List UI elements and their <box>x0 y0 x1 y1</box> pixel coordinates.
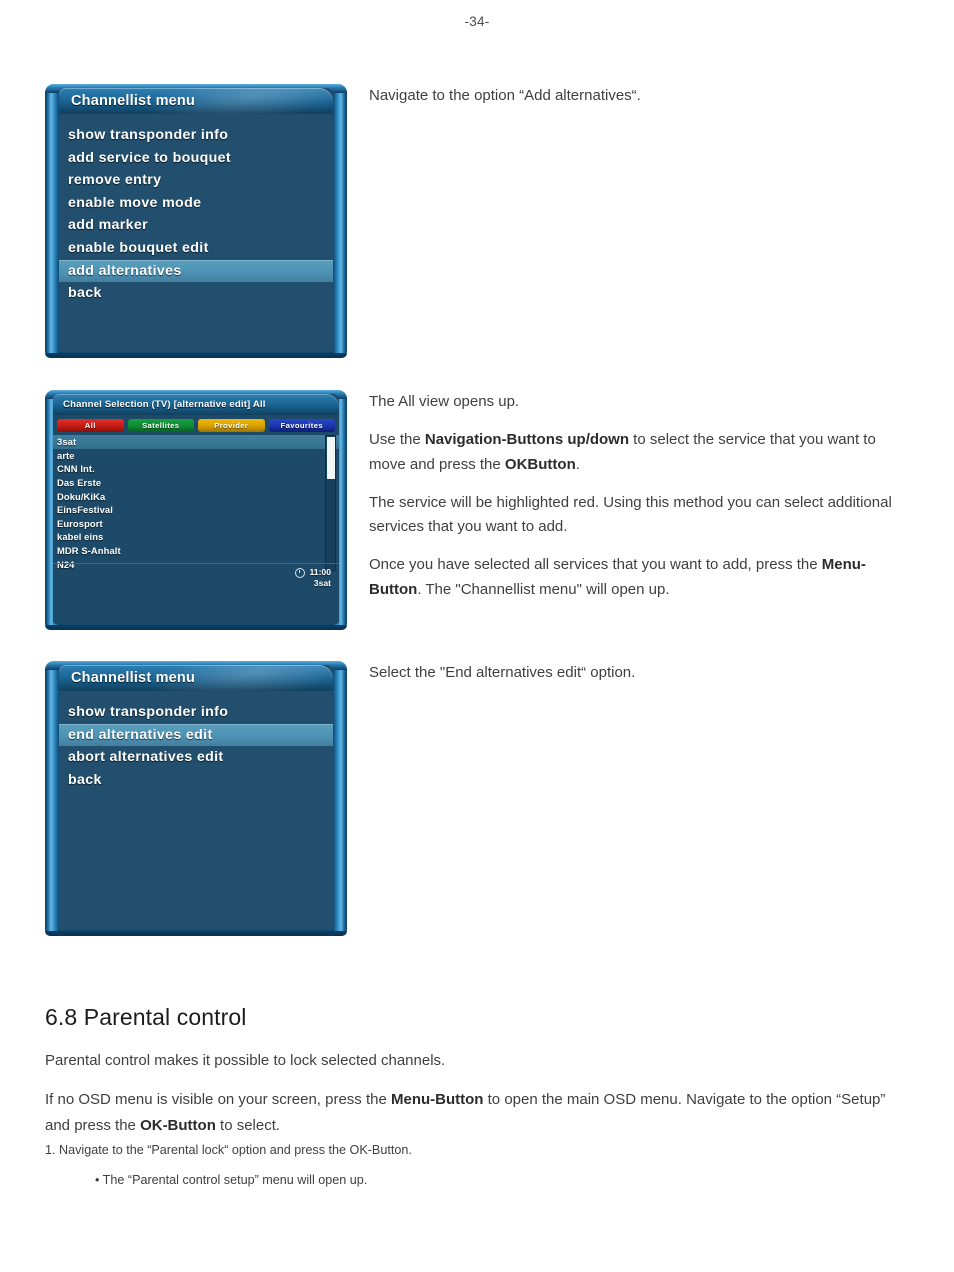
window-titlebar-1: Channellist menu <box>59 88 333 114</box>
menu-item-end-alternatives-edit[interactable]: end alternatives edit <box>59 723 333 747</box>
now-playing-info: 11:00 3sat <box>295 567 331 589</box>
channel-selection-title: Channel Selection (TV) [alternative edit… <box>63 399 266 410</box>
channel-selection-titlebar: Channel Selection (TV) [alternative edit… <box>53 394 339 415</box>
parental-control-section: 6.8 Parental control Parental control ma… <box>45 1004 910 1190</box>
filter-button-favourites[interactable]: Favourites <box>268 419 335 432</box>
channel-row[interactable]: Doku/KiKa <box>53 489 339 503</box>
step1-caption-block: Navigate to the option “Add alternatives… <box>369 84 909 108</box>
osd-inner-1: Channellist menu show transponder info a… <box>59 88 333 352</box>
menu-item-abort-alternatives-edit[interactable]: abort alternatives edit <box>59 746 333 769</box>
s2-text-a: If no OSD menu is visible on your screen… <box>45 1091 391 1109</box>
step2-paragraph-3: The service will be highlighted red. Usi… <box>369 493 892 536</box>
channellist-menu-window-2: Channellist menu show transponder info e… <box>45 661 347 936</box>
section-prose: Parental control makes it possible to lo… <box>45 1049 910 1139</box>
color-button-bar: All Satellites Provider Favourites <box>53 415 339 435</box>
section-paragraph-2: If no OSD menu is visible on your screen… <box>45 1087 910 1139</box>
info-separator <box>53 563 339 564</box>
channel-selection-body: All Satellites Provider Favourites 3sat … <box>53 415 339 624</box>
section-paragraph-1: Parental control makes it possible to lo… <box>45 1052 446 1069</box>
menu-list-1: show transponder info add service to bou… <box>59 114 333 352</box>
window-title-2: Channellist menu <box>71 670 196 686</box>
channel-row[interactable]: kabel eins <box>53 530 339 544</box>
clock-icon <box>295 567 306 578</box>
step2-paragraph-4: Once you have selected all services that… <box>369 553 894 602</box>
scrollbar-thumb[interactable] <box>327 437 335 479</box>
p2-bold-ok-button: OKButton <box>504 455 576 473</box>
channel-list[interactable]: 3sat arte CNN Int. Das Erste Doku/KiKa E… <box>53 435 339 571</box>
section-heading: 6.8 Parental control <box>45 1004 247 1030</box>
filter-button-satellites[interactable]: Satellites <box>127 419 194 432</box>
current-service: 3sat <box>313 578 331 588</box>
step2-text-block: The All view opens up. Use the Navigatio… <box>369 390 894 602</box>
step2-paragraph-1: The All view opens up. <box>369 393 520 410</box>
step3-caption: Select the "End alternatives edit“ optio… <box>369 664 636 681</box>
p2-bold-navigation-buttons: Navigation-Buttons up/down <box>424 431 630 449</box>
channel-list-scrollbar[interactable] <box>325 435 336 571</box>
osd-inner-2: Channel Selection (TV) [alternative edit… <box>53 394 339 624</box>
menu-list-2: show transponder info end alternatives e… <box>59 691 333 930</box>
channel-row[interactable]: MDR S-Anhalt <box>53 544 339 558</box>
step2-paragraph-2: Use the Navigation-Buttons up/down to se… <box>369 428 894 477</box>
s2-bold-menu-button: Menu-Button <box>391 1091 484 1109</box>
filter-button-all[interactable]: All <box>57 419 124 432</box>
current-time: 11:00 <box>309 567 331 577</box>
menu-item-remove-entry[interactable]: remove entry <box>59 169 333 192</box>
sub-bullet-1: • The “Parental control setup” menu will… <box>95 1172 368 1187</box>
channel-row[interactable]: CNN Int. <box>53 462 339 476</box>
channel-row[interactable]: Das Erste <box>53 476 339 490</box>
menu-item-back-2[interactable]: back <box>59 769 333 792</box>
menu-item-add-service-to-bouquet[interactable]: add service to bouquet <box>59 147 333 170</box>
channel-row[interactable]: EinsFestival <box>53 503 339 517</box>
channel-row[interactable]: 3sat <box>53 435 339 449</box>
window-titlebar-2: Channellist menu <box>59 665 333 691</box>
p4-text-a: Once you have selected all services that… <box>369 556 822 574</box>
numbered-step-1: 1. Navigate to the “Parental lock“ optio… <box>45 1142 412 1157</box>
p4-text-c: . The "Channellist menu" will open up. <box>417 580 670 598</box>
channel-selection-window: Channel Selection (TV) [alternative edit… <box>45 390 347 630</box>
menu-item-back[interactable]: back <box>59 282 333 305</box>
menu-item-show-transponder-info[interactable]: show transponder info <box>59 124 333 147</box>
menu-item-enable-bouquet-edit[interactable]: enable bouquet edit <box>59 237 333 260</box>
s2-bold-ok-button: OK-Button <box>140 1117 216 1135</box>
channel-row[interactable]: arte <box>53 449 339 463</box>
p2-text-a: Use the <box>369 431 425 449</box>
p2-text-e: . <box>575 455 580 473</box>
clock-line: 11:00 <box>295 567 331 578</box>
channel-row[interactable]: Eurosport <box>53 517 339 531</box>
menu-item-add-marker[interactable]: add marker <box>59 214 333 237</box>
menu-item-add-alternatives[interactable]: add alternatives <box>59 259 333 283</box>
s2-text-e: to select. <box>215 1117 281 1135</box>
page-number: -34- <box>464 14 490 29</box>
filter-button-provider[interactable]: Provider <box>198 419 265 432</box>
menu-item-show-transponder-info-2[interactable]: show transponder info <box>59 701 333 724</box>
menu-item-enable-move-mode[interactable]: enable move mode <box>59 192 333 215</box>
step3-caption-block: Select the "End alternatives edit“ optio… <box>369 661 909 685</box>
osd-inner-3: Channellist menu show transponder info e… <box>59 665 333 930</box>
channellist-menu-window-1: Channellist menu show transponder info a… <box>45 84 347 358</box>
window-title-1: Channellist menu <box>71 93 196 109</box>
step1-caption: Navigate to the option “Add alternatives… <box>369 87 641 104</box>
